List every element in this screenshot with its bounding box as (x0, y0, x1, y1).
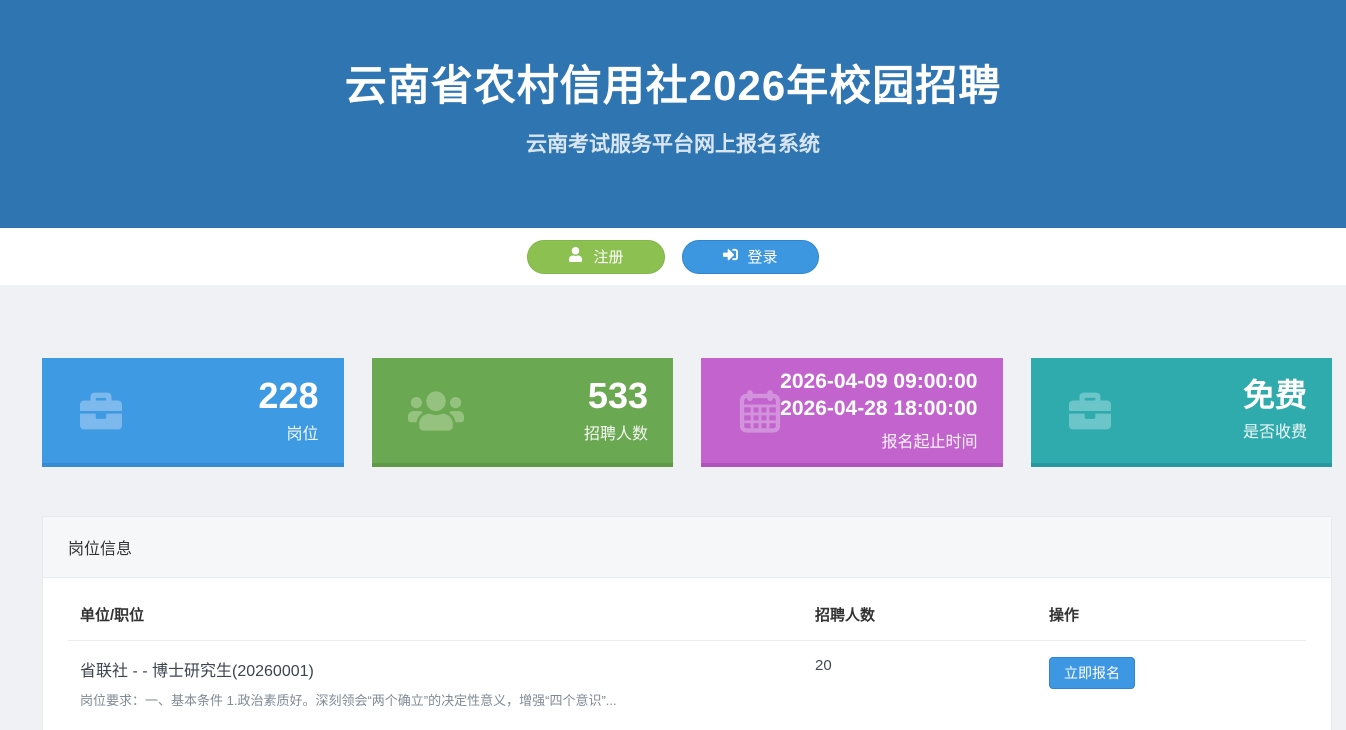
stat-card-period: 2026-04-09 09:00:00 2026-04-28 18:00:00 … (701, 358, 1003, 467)
stat-label-period: 报名起止时间 (780, 428, 977, 452)
sign-in-icon (723, 247, 738, 266)
panel-title: 岗位信息 (43, 517, 1331, 578)
job-info-panel: 岗位信息 单位/职位 招聘人数 操作 省联社 - - 博士研究生(2026000… (42, 516, 1332, 730)
login-button-label: 登录 (748, 246, 778, 267)
stat-value-fee: 免费 (1243, 379, 1307, 413)
calendar-icon (737, 388, 783, 434)
briefcase-icon (1067, 390, 1113, 432)
stat-value-headcount: 533 (584, 377, 648, 415)
col-header-count: 招聘人数 (803, 578, 1037, 641)
stats-row: 228 岗位 533 招聘人数 202 (42, 358, 1332, 467)
job-count: 20 (815, 657, 832, 674)
briefcase-icon (78, 390, 124, 432)
stat-value-positions: 228 (258, 377, 318, 415)
stat-label-positions: 岗位 (258, 420, 318, 444)
col-header-position: 单位/职位 (68, 578, 803, 641)
stat-value-period: 2026-04-09 09:00:00 2026-04-28 18:00:00 (780, 369, 977, 422)
stat-label-headcount: 招聘人数 (584, 420, 648, 444)
table-row: 省联社 - - 博士研究生(20260001) 岗位要求：一、基本条件 1.政治… (68, 641, 1306, 730)
stat-card-headcount: 533 招聘人数 (372, 358, 674, 467)
job-table: 单位/职位 招聘人数 操作 省联社 - - 博士研究生(20260001) 岗位… (68, 578, 1306, 730)
register-button[interactable]: 注册 (527, 240, 664, 274)
apply-now-button[interactable]: 立即报名 (1049, 657, 1135, 689)
stat-card-positions: 228 岗位 (42, 358, 344, 467)
job-position-title: 省联社 - - 博士研究生(20260001) (80, 657, 791, 681)
col-header-action: 操作 (1037, 578, 1306, 641)
login-button[interactable]: 登录 (682, 240, 819, 274)
users-icon (408, 388, 464, 433)
page-subtitle: 云南考试服务平台网上报名系统 (0, 128, 1346, 158)
auth-band: 注册 登录 (0, 228, 1346, 285)
user-icon (568, 247, 583, 266)
page-title: 云南省农村信用社2026年校园招聘 (0, 0, 1346, 113)
stat-card-fee: 免费 是否收费 (1031, 358, 1333, 467)
job-requirement-text: 岗位要求：一、基本条件 1.政治素质好。深刻领会“两个确立”的决定性意义，增强“… (80, 690, 791, 709)
register-button-label: 注册 (593, 246, 623, 267)
stat-label-fee: 是否收费 (1243, 418, 1307, 442)
hero-banner: 云南省农村信用社2026年校园招聘 云南考试服务平台网上报名系统 (0, 0, 1346, 228)
